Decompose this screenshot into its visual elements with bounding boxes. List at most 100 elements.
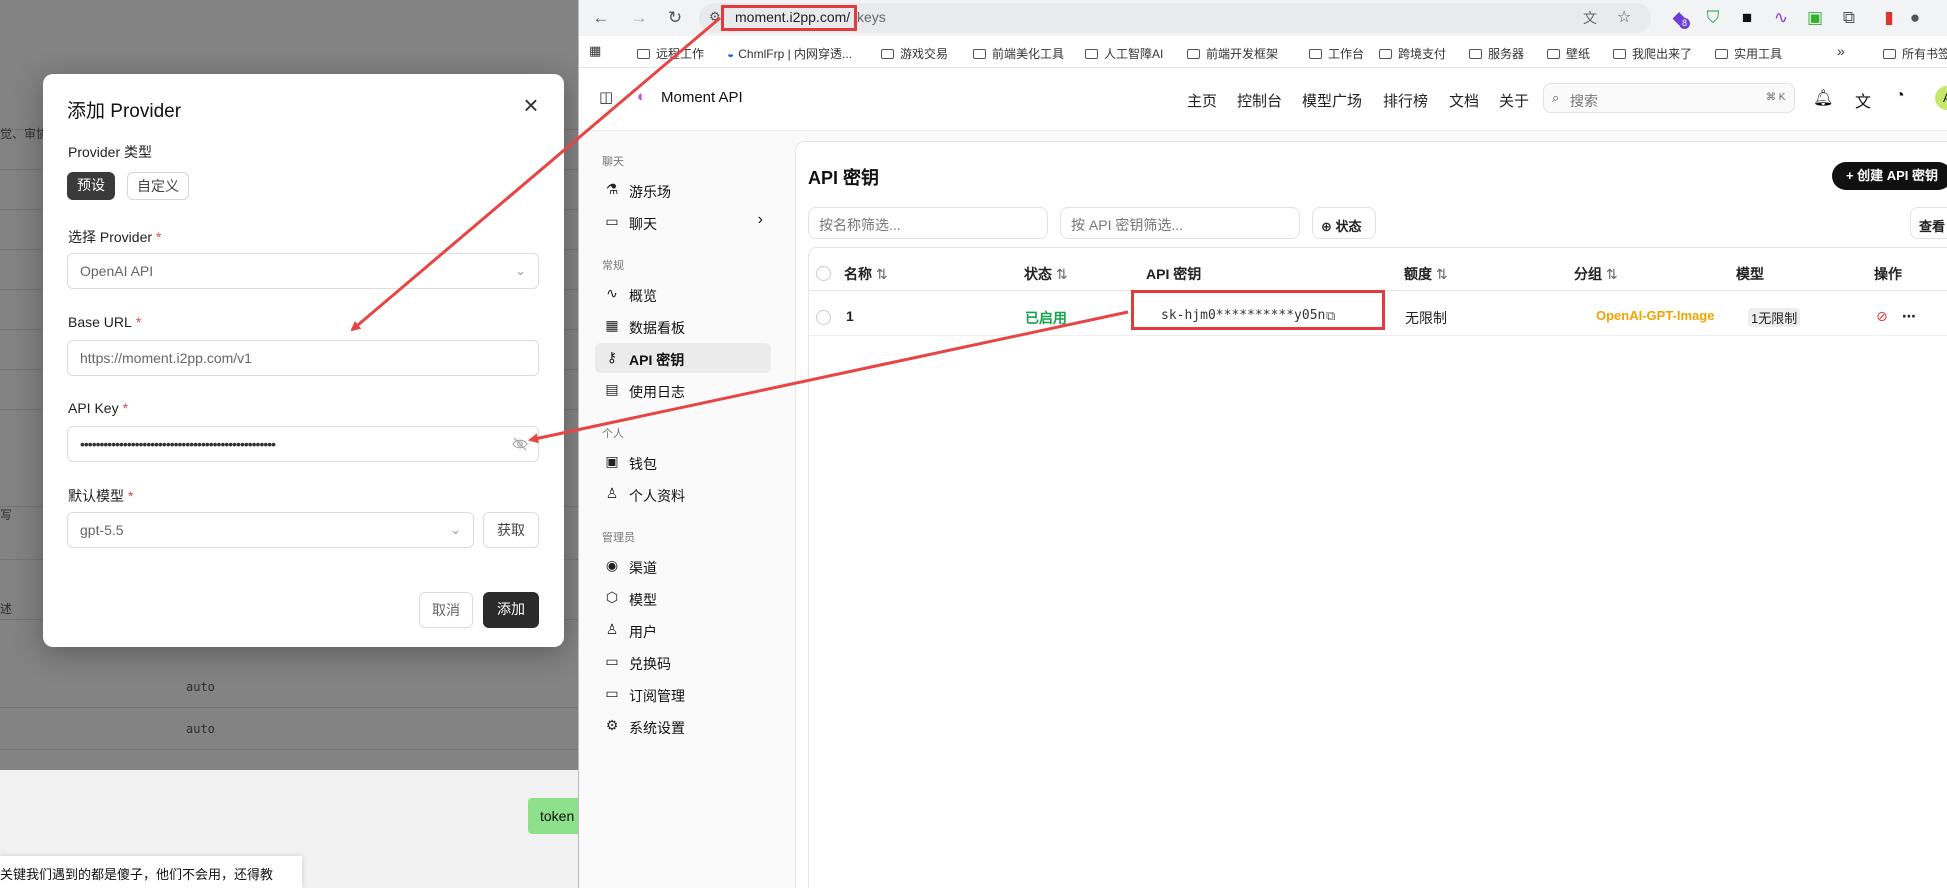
sidebar-item-usage-logs[interactable]: ▤ 使用日志 (595, 375, 771, 405)
column-header-name[interactable]: 名称 ⇅ (844, 264, 888, 284)
sidebar-item-chat[interactable]: ▭ 聊天 › (595, 207, 771, 237)
sidebar-item-channels[interactable]: ◉ 渠道 (595, 551, 771, 581)
star-icon[interactable]: ☆ (1617, 7, 1631, 27)
api-key-input[interactable]: ••••••••••••••••••••••••••••••••••••••••… (67, 426, 539, 462)
sidebar-item-dashboard[interactable]: ▦ 数据看板 (595, 311, 771, 341)
extension-badge: 8 (1679, 18, 1691, 29)
sidebar-item-label: 个人资料 (629, 488, 685, 504)
bookmark-folder[interactable]: 实用工具 (1715, 45, 1782, 62)
sidebar-item-label: 用户 (629, 624, 657, 640)
profile-icon[interactable]: ● (1905, 8, 1925, 28)
bell-icon[interactable]: 🔔︎ (1813, 88, 1833, 108)
puzzle-icon[interactable]: ⧉ (1839, 8, 1859, 28)
bookmark-label: 游戏交易 (900, 47, 949, 61)
bookmark-folder[interactable]: 人工智障AI (1085, 45, 1163, 62)
translate-icon[interactable]: 文 (1583, 8, 1597, 28)
shield-icon[interactable]: ⛉ (1703, 8, 1723, 28)
sidebar-item-playground[interactable]: ⚗ 游乐场 (595, 175, 771, 205)
sidebar-item-settings[interactable]: ⚙ 系统设置 (595, 711, 771, 741)
nav-docs[interactable]: 文档 (1449, 90, 1479, 111)
bookmark-folder[interactable]: 远程工作 (637, 45, 704, 62)
language-icon[interactable]: 文 (1855, 88, 1871, 112)
site-info-icon[interactable]: ⚙ (709, 9, 721, 25)
nav-home[interactable]: 主页 (1187, 90, 1217, 111)
bookmark-folder[interactable]: 跨境支付 (1379, 45, 1446, 62)
default-model-select[interactable]: gpt-5.5 ⌄ (67, 512, 474, 548)
extension-icon[interactable]: ■ (1737, 8, 1757, 28)
column-header-quota[interactable]: 额度 ⇅ (1404, 264, 1448, 284)
nav-console[interactable]: 控制台 (1237, 90, 1282, 111)
sidebar-item-wallet[interactable]: ▣ 钱包 (595, 447, 771, 477)
tab-custom[interactable]: 自定义 (127, 172, 189, 200)
ticket-icon: ▭ (605, 653, 619, 669)
sidebar-item-profile[interactable]: ♙ 个人资料 (595, 479, 771, 509)
bookmark-label: 实用工具 (1734, 47, 1783, 61)
extension-icon[interactable]: ▣ (1805, 8, 1825, 28)
token-button[interactable]: token (528, 798, 584, 834)
extension-icon[interactable]: ◆ 8 (1669, 8, 1691, 29)
provider-select[interactable]: OpenAI API ⌄ (67, 253, 539, 289)
sidebar-item-subscriptions[interactable]: ▭ 订阅管理 (595, 679, 771, 709)
nav-leaderboard[interactable]: 排行榜 (1383, 90, 1428, 111)
reload-icon[interactable]: ↻ (665, 8, 685, 28)
view-button[interactable]: 查看 (1910, 207, 1947, 239)
bookmark-folder[interactable]: 我爬出来了 (1613, 45, 1692, 62)
sidebar: 聊天 ⚗ 游乐场 ▭ 聊天 › 常规 ∿ 概览 ▦ 数据看板 ⚷ API 密钥 ▤ 使用日志 … (579, 131, 785, 888)
create-api-key-button[interactable]: + 创建 API 密钥 (1832, 162, 1947, 190)
bookmark-folder[interactable]: 前端开发框架 (1187, 45, 1278, 62)
disable-icon[interactable]: ⊘ (1876, 308, 1888, 325)
bookmark-link[interactable]: ◒ ChmlFrp | 内网穿透... (727, 45, 852, 62)
avatar[interactable]: A (1935, 86, 1947, 110)
column-header-status[interactable]: 状态 ⇅ (1024, 264, 1068, 284)
api-key-masked-value: ••••••••••••••••••••••••••••••••••••••••… (80, 436, 276, 452)
status-filter-label: 状态 (1335, 219, 1362, 234)
fetch-models-button[interactable]: 获取 (483, 512, 539, 548)
sidebar-section-admin: 管理员 (602, 532, 635, 544)
logo-icon: ◐ (637, 88, 647, 105)
more-actions-icon[interactable]: ⋯ (1902, 308, 1916, 325)
back-icon[interactable]: ← (591, 8, 611, 28)
status-filter-button[interactable]: ⊕ 状态 (1312, 207, 1376, 239)
close-icon[interactable]: × (519, 92, 543, 118)
name-filter-input[interactable]: 按名称筛选... (808, 207, 1048, 239)
audio-icon[interactable]: ∿ (1771, 8, 1791, 28)
nav-about[interactable]: 关于 (1499, 90, 1529, 111)
palette-icon[interactable]: ◔ (1895, 87, 1905, 105)
cancel-button[interactable]: 取消 (419, 592, 473, 628)
apps-grid-icon[interactable]: ▦ (589, 43, 601, 59)
tab-preset[interactable]: 预设 (67, 172, 115, 200)
bookmarks-overflow-button[interactable]: » (1837, 43, 1845, 59)
sort-icon: ⇅ (1435, 266, 1448, 282)
bookmark-folder[interactable]: 工作台 (1309, 45, 1364, 62)
sidebar-item-redeem-codes[interactable]: ▭ 兑换码 (595, 647, 771, 677)
bookmark-folder[interactable]: 壁纸 (1547, 45, 1590, 62)
select-all-checkbox[interactable] (816, 266, 831, 281)
column-header-group[interactable]: 分组 ⇅ (1574, 264, 1618, 284)
app-header: ◫ ◐ Moment API 主页 控制台 模型广场 排行榜 文档 关于 ⌕ 搜… (579, 68, 1947, 131)
bookmark-folder[interactable]: 服务器 (1469, 45, 1524, 62)
brand-name[interactable]: Moment API (661, 89, 743, 106)
sidebar-item-users[interactable]: ♙ 用户 (595, 615, 771, 645)
search-box[interactable]: ⌕ 搜索 ⌘ K (1543, 83, 1795, 113)
bookmark-folder[interactable]: 游戏交易 (881, 45, 948, 62)
search-placeholder: 搜索 (1570, 93, 1598, 109)
bookmarks-bar: ▦ 远程工作 ◒ ChmlFrp | 内网穿透... 游戏交易 前端美化工具 人工… (579, 36, 1947, 68)
api-key-label: API Key * (68, 400, 128, 416)
key-filter-input[interactable]: 按 API 密钥筛选... (1060, 207, 1300, 239)
sidebar-item-api-keys[interactable]: ⚷ API 密钥 (595, 343, 771, 373)
users-icon: ♙ (605, 621, 619, 637)
nav-model-square[interactable]: 模型广场 (1302, 90, 1362, 111)
extension-icon[interactable]: ▮ (1879, 8, 1899, 28)
sidebar-item-models[interactable]: ⬡ 模型 (595, 583, 771, 613)
forward-icon[interactable]: → (629, 8, 649, 28)
base-url-input[interactable]: https://moment.i2pp.com/v1 (67, 340, 539, 376)
bookmark-folder[interactable]: 所有书签 (1883, 45, 1947, 62)
sidebar-item-overview[interactable]: ∿ 概览 (595, 279, 771, 309)
column-header-api-key: API 密钥 (1146, 266, 1202, 282)
add-button[interactable]: 添加 (483, 592, 539, 628)
sidebar-toggle-icon[interactable]: ◫ (599, 88, 613, 106)
folder-icon (1715, 49, 1728, 59)
row-checkbox[interactable] (816, 310, 831, 325)
eye-off-icon[interactable] (512, 437, 528, 451)
bookmark-folder[interactable]: 前端美化工具 (973, 45, 1064, 62)
